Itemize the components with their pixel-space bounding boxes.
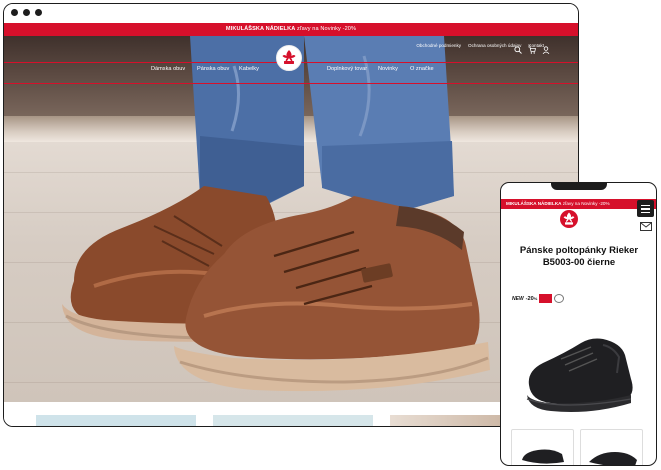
product-image[interactable] xyxy=(521,333,639,415)
mail-icon[interactable] xyxy=(640,222,652,231)
promo-bar[interactable]: MIKULÁŠSKA NÁDIELKA zľavy na Novinky -20… xyxy=(4,23,578,36)
header-icons xyxy=(514,41,550,55)
mobile-promo-bar[interactable]: MIKULÁŠSKA NÁDIELKA zľavy na Novinky -20… xyxy=(501,199,656,209)
product-thumbnail[interactable] xyxy=(511,429,574,465)
window-dot xyxy=(11,9,18,16)
nav-about-brand[interactable]: O značke xyxy=(410,66,434,72)
menu-icon[interactable] xyxy=(637,200,654,217)
promo-text: zľavy na Novinky -20% xyxy=(295,26,357,32)
badge-discount: -20% xyxy=(525,295,538,302)
link-terms[interactable]: Obchodné podmienky xyxy=(416,43,461,48)
product-badges: NEW -20% xyxy=(512,294,565,303)
category-tile[interactable] xyxy=(36,415,196,426)
badge-brand xyxy=(539,294,553,303)
user-icon[interactable] xyxy=(542,41,550,55)
nav-handbags[interactable]: Kabelky xyxy=(239,66,259,72)
window-dot xyxy=(35,9,42,16)
cart-icon[interactable] xyxy=(528,41,537,54)
browser-chrome xyxy=(4,4,578,23)
brand-logo[interactable] xyxy=(276,45,302,71)
desktop-browser-frame: MIKULÁŠSKA NÁDIELKA zľavy na Novinky -20… xyxy=(3,3,579,427)
category-tile[interactable] xyxy=(390,415,505,426)
nav-accessories[interactable]: Doplnkový tovar xyxy=(327,66,367,72)
mobile-promo-text: zľavy na Novinky -20% xyxy=(561,201,610,206)
nav-womens-shoes[interactable]: Dámska obuv xyxy=(151,66,185,72)
product-thumbnail[interactable] xyxy=(580,429,643,465)
mobile-promo-bold: MIKULÁŠSKA NÁDIELKA xyxy=(506,201,562,206)
window-dot xyxy=(23,9,30,16)
category-tile[interactable] xyxy=(213,415,373,426)
rieker-logo-icon xyxy=(279,48,299,68)
nav-divider-bottom xyxy=(4,83,578,84)
product-thumbnails xyxy=(511,429,643,465)
product-title: Pánske poltopánky Rieker B5003-00 čierne xyxy=(519,245,639,268)
phone-notch xyxy=(551,183,607,190)
hero-banner: Obchodné podmienky Ochrana osobných údaj… xyxy=(4,36,578,402)
nav-mens-shoes[interactable]: Pánska obuv xyxy=(197,66,229,72)
rieker-logo-icon xyxy=(563,212,575,225)
hero-shoes-image xyxy=(62,36,490,392)
nav-new-arrivals[interactable]: Novinky xyxy=(378,66,398,72)
mobile-device-frame: MIKULÁŠSKA NÁDIELKA zľavy na Novinky -20… xyxy=(500,182,657,466)
category-thumbnails xyxy=(4,402,578,426)
mobile-brand-logo[interactable] xyxy=(560,210,578,228)
search-icon[interactable] xyxy=(514,41,522,54)
badge-new: NEW xyxy=(512,295,524,302)
badge-feature-icon xyxy=(554,294,565,303)
promo-bold: MIKULÁŠSKA NÁDIELKA xyxy=(225,26,296,32)
